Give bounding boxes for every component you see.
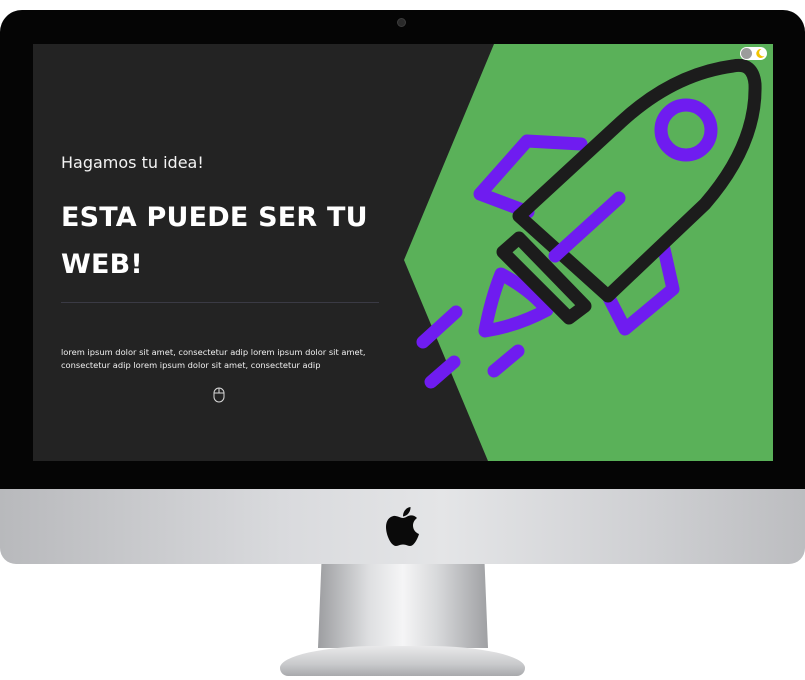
hero-divider [61, 302, 379, 303]
hero-headline: ESTA PUEDE SER TU WEB! [61, 202, 368, 280]
mouse-scroll-icon[interactable] [213, 387, 225, 403]
website-screen: Hagamos tu idea! ESTA PUEDE SER TU WEB! … [33, 44, 773, 461]
hero-body-text: lorem ipsum dolor sit amet, consectetur … [61, 347, 366, 370]
theme-toggle[interactable] [740, 47, 767, 60]
moon-icon [756, 48, 765, 58]
camera-dot [397, 18, 406, 27]
apple-logo-icon [386, 507, 419, 546]
monitor-stand [318, 564, 488, 648]
toggle-knob [741, 48, 752, 59]
hero-subtitle: Hagamos tu idea! [61, 153, 204, 172]
monitor-stand-base [280, 646, 525, 676]
